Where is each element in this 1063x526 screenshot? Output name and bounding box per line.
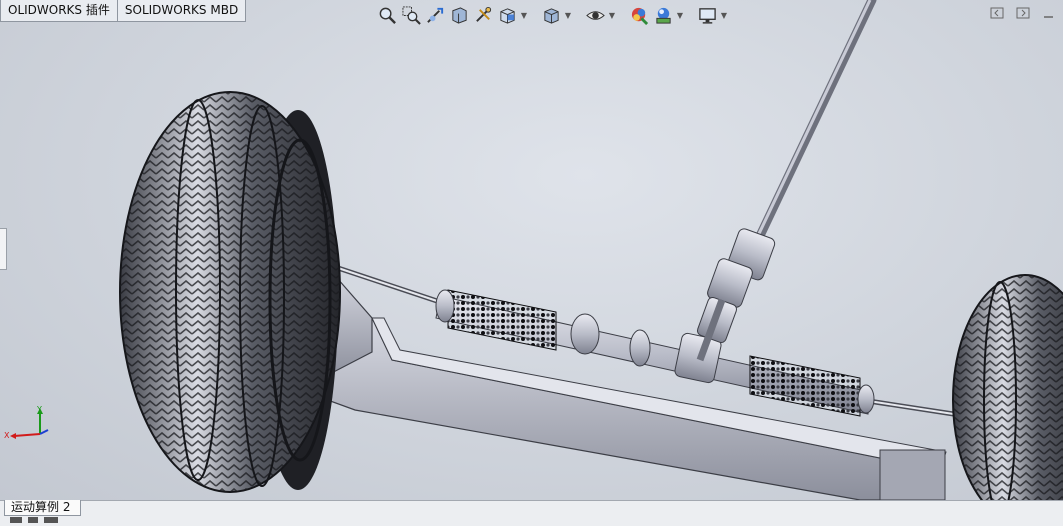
previous-view-icon[interactable] — [424, 4, 446, 26]
toolbar-glyph[interactable] — [44, 517, 58, 523]
chevron-down-icon[interactable]: ▼ — [608, 11, 616, 20]
view-orientation-icon[interactable] — [496, 4, 518, 26]
dynamic-annotation-icon[interactable] — [472, 4, 494, 26]
collapse-left-icon[interactable] — [989, 6, 1005, 20]
tab-motion-study[interactable]: 运动算例 2 — [4, 500, 82, 516]
view-settings-icon[interactable] — [696, 4, 718, 26]
triad-x-label: X — [4, 431, 10, 440]
toolbar-glyph[interactable] — [28, 517, 38, 523]
zoom-to-area-icon[interactable] — [400, 4, 422, 26]
chevron-down-icon[interactable]: ▼ — [564, 11, 572, 20]
chevron-down-icon[interactable]: ▼ — [720, 11, 728, 20]
expand-right-icon[interactable] — [1015, 6, 1031, 20]
edit-appearance-icon[interactable] — [628, 4, 650, 26]
side-panel-handle[interactable] — [0, 228, 7, 270]
toolbar-glyph[interactable] — [10, 517, 22, 523]
section-view-icon[interactable] — [448, 4, 470, 26]
apply-scene-icon[interactable] — [652, 4, 674, 26]
steering-assembly-model[interactable] — [0, 0, 1063, 500]
heads-up-view-toolbar: ▼ ▼ ▼ ▼ ▼ — [376, 4, 728, 26]
graphics-area[interactable]: OLIDWORKS 插件 SOLIDWORKS MBD ▼ ▼ ▼ ▼ ▼ Y … — [0, 0, 1063, 500]
display-style-icon[interactable] — [540, 4, 562, 26]
motion-study-toolbar — [10, 517, 58, 523]
triad-y-label: Y — [36, 405, 42, 414]
hide-show-items-icon[interactable] — [584, 4, 606, 26]
document-window-controls — [989, 6, 1057, 20]
minimize-icon[interactable] — [1041, 6, 1057, 20]
chevron-down-icon[interactable]: ▼ — [676, 11, 684, 20]
chevron-down-icon[interactable]: ▼ — [520, 11, 528, 20]
tab-solidworks-addins[interactable]: OLIDWORKS 插件 — [0, 0, 118, 22]
tab-solidworks-mbd[interactable]: SOLIDWORKS MBD — [117, 0, 247, 22]
zoom-to-fit-icon[interactable] — [376, 4, 398, 26]
reference-triad: Y X — [4, 405, 49, 440]
command-manager-tabs: OLIDWORKS 插件 SOLIDWORKS MBD — [0, 0, 247, 22]
motion-study-bar: 运动算例 2 — [0, 500, 1063, 526]
